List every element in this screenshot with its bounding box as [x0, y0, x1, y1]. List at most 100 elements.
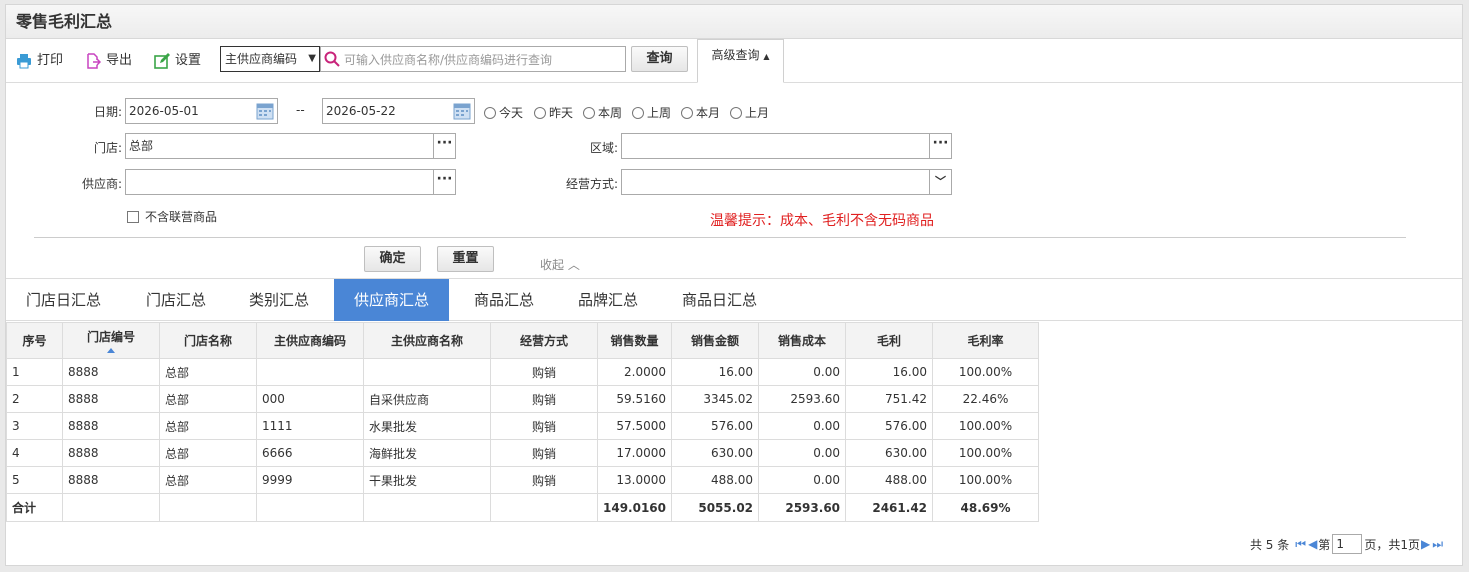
- supplier-input[interactable]: ···: [125, 169, 456, 195]
- radio-yesterday[interactable]: 昨天: [534, 104, 573, 121]
- last-page-icon[interactable]: ⏭: [1432, 537, 1443, 552]
- radio-today[interactable]: 今天: [484, 104, 523, 121]
- divider: [34, 237, 1406, 238]
- date-from-value: 2026-05-01: [129, 104, 199, 118]
- tab-category-summary[interactable]: 类别汇总: [229, 279, 329, 321]
- next-page-icon[interactable]: ▶: [1421, 537, 1430, 551]
- more-icon[interactable]: ···: [929, 134, 951, 158]
- table-row[interactable]: 3 8888 总部 1111 水果批发 购销 57.5000 576.00 0.00 576.00…: [6, 412, 1040, 440]
- column-header[interactable]: 门店名称: [159, 322, 257, 359]
- column-header[interactable]: 毛利: [845, 322, 934, 359]
- table-cell: 17.0000: [596, 439, 673, 467]
- radio-this-week[interactable]: 本周: [583, 104, 622, 121]
- date-from-input[interactable]: 2026-05-01: [125, 98, 278, 124]
- report-tabs: 门店日汇总 门店汇总 类别汇总 供应商汇总 商品汇总 品牌汇总 商品日汇总: [6, 279, 1462, 321]
- date-separator: --: [296, 103, 305, 117]
- total-cell: 5055.02: [671, 493, 760, 522]
- pagination: 共 5 条 ⏮ ◀ 第 1 页，共1页 ▶ ⏭: [1250, 534, 1444, 554]
- export-icon: [87, 53, 101, 69]
- table-cell: 576.00: [845, 412, 934, 440]
- store-input[interactable]: 总部 ···: [125, 133, 456, 159]
- settings-label: 设置: [175, 53, 202, 68]
- table-cell: 16.00: [671, 358, 760, 386]
- date-to-input[interactable]: 2026-05-22: [322, 98, 475, 124]
- table-row[interactable]: 2 8888 总部 000 自采供应商 购销 59.5160 3345.02 2593.60 75…: [6, 385, 1040, 413]
- total-cell: [490, 493, 598, 522]
- radio-last-week[interactable]: 上周: [632, 104, 671, 121]
- table-cell: 0.00: [758, 466, 847, 494]
- search-input[interactable]: 可输入供应商名称/供应商编码进行查询: [320, 46, 626, 72]
- store-value: 总部: [129, 139, 154, 153]
- calendar-icon[interactable]: [256, 102, 274, 120]
- print-button[interactable]: 打印: [16, 49, 63, 73]
- total-cell: 48.69%: [932, 493, 1040, 522]
- tab-product-summary[interactable]: 商品汇总: [454, 279, 554, 321]
- warning-tip: 温馨提示：成本、毛利不含无码商品: [710, 213, 934, 229]
- table-cell: 0.00: [758, 358, 847, 386]
- advanced-filters: 日期: 2026-05-01 -- 2026-05-22 今天 昨天 本周 上周…: [6, 83, 1462, 279]
- advanced-query-tab[interactable]: 高级查询 ▲: [697, 39, 784, 83]
- exclude-joint-checkbox[interactable]: 不含联营商品: [127, 208, 217, 225]
- table-cell: 488.00: [845, 466, 934, 494]
- tab-product-daily[interactable]: 商品日汇总: [662, 279, 777, 321]
- column-header-sorted[interactable]: 门店编号: [62, 322, 160, 359]
- column-header[interactable]: 销售成本: [758, 322, 847, 359]
- column-header-label: 门店编号: [86, 330, 135, 344]
- store-label: 门店:: [93, 141, 122, 155]
- chevron-down-icon: ▼: [308, 53, 316, 64]
- search-type-select[interactable]: 主供应商编码 ▼: [220, 46, 320, 72]
- business-mode-select[interactable]: ﹀: [621, 169, 952, 195]
- table-cell: 2.0000: [596, 358, 673, 386]
- column-header[interactable]: 毛利率: [932, 322, 1040, 359]
- table-cell: 8888: [62, 466, 160, 494]
- tab-store-daily[interactable]: 门店日汇总: [6, 279, 121, 321]
- table-cell: 2593.60: [758, 385, 847, 413]
- printer-icon: [17, 54, 31, 69]
- table-cell: 1: [6, 358, 63, 386]
- table-cell: 630.00: [845, 439, 934, 467]
- more-icon[interactable]: ···: [433, 170, 455, 194]
- query-button[interactable]: 查询: [631, 46, 688, 72]
- region-input[interactable]: ···: [621, 133, 952, 159]
- tab-supplier-summary[interactable]: 供应商汇总: [334, 279, 450, 321]
- business-mode-label: 经营方式:: [565, 177, 618, 191]
- export-button[interactable]: 导出: [85, 49, 132, 73]
- column-header[interactable]: 主供应商编码: [256, 322, 364, 359]
- column-header[interactable]: 销售金额: [671, 322, 760, 359]
- reset-button[interactable]: 重置: [437, 246, 494, 272]
- table-cell: [256, 358, 364, 386]
- table-row[interactable]: 1 8888 总部 购销 2.0000 16.00 0.00 16.00 100.00%: [6, 358, 1040, 386]
- date-to-value: 2026-05-22: [326, 104, 396, 118]
- confirm-button[interactable]: 确定: [364, 246, 421, 272]
- table-row[interactable]: 5 8888 总部 9999 干果批发 购销 13.0000 488.00 0.00 488.00…: [6, 466, 1040, 494]
- radio-this-month[interactable]: 本月: [681, 104, 720, 121]
- calendar-icon[interactable]: [453, 102, 471, 120]
- more-icon[interactable]: ···: [433, 134, 455, 158]
- advanced-query-label: 高级查询: [711, 48, 760, 62]
- tab-store-summary[interactable]: 门店汇总: [126, 279, 226, 321]
- radio-last-month[interactable]: 上月: [730, 104, 769, 121]
- settings-button[interactable]: 设置: [154, 49, 201, 73]
- chevron-up-icon: ︿: [567, 258, 580, 272]
- table-cell: 488.00: [671, 466, 760, 494]
- column-header[interactable]: 序号: [6, 322, 63, 359]
- total-cell: 合计: [6, 493, 63, 522]
- table-cell: 100.00%: [932, 412, 1040, 440]
- main-panel: 零售毛利汇总 打印 导出 设置 主供应商编码 ▼ 可输入供应商名称/供应商编码进…: [5, 4, 1463, 566]
- column-header[interactable]: 经营方式: [490, 322, 598, 359]
- page-number-input[interactable]: 1: [1332, 534, 1363, 554]
- tab-brand-summary[interactable]: 品牌汇总: [558, 279, 658, 321]
- column-header[interactable]: 主供应商名称: [363, 322, 491, 359]
- prev-page-icon[interactable]: ◀: [1308, 537, 1317, 551]
- radio-label: 本月: [696, 106, 721, 120]
- collapse-link[interactable]: 收起 ︿: [540, 256, 580, 273]
- column-header[interactable]: 销售数量: [596, 322, 673, 359]
- radio-label: 今天: [499, 106, 524, 120]
- table-row[interactable]: 4 8888 总部 6666 海鲜批发 购销 17.0000 630.00 0.00 630.00…: [6, 439, 1040, 467]
- first-page-icon[interactable]: ⏮: [1295, 537, 1306, 552]
- checkbox-box: [127, 210, 139, 223]
- table-cell: 59.5160: [596, 385, 673, 413]
- search-icon: [324, 51, 340, 67]
- total-cell: [363, 493, 491, 522]
- export-label: 导出: [106, 53, 133, 68]
